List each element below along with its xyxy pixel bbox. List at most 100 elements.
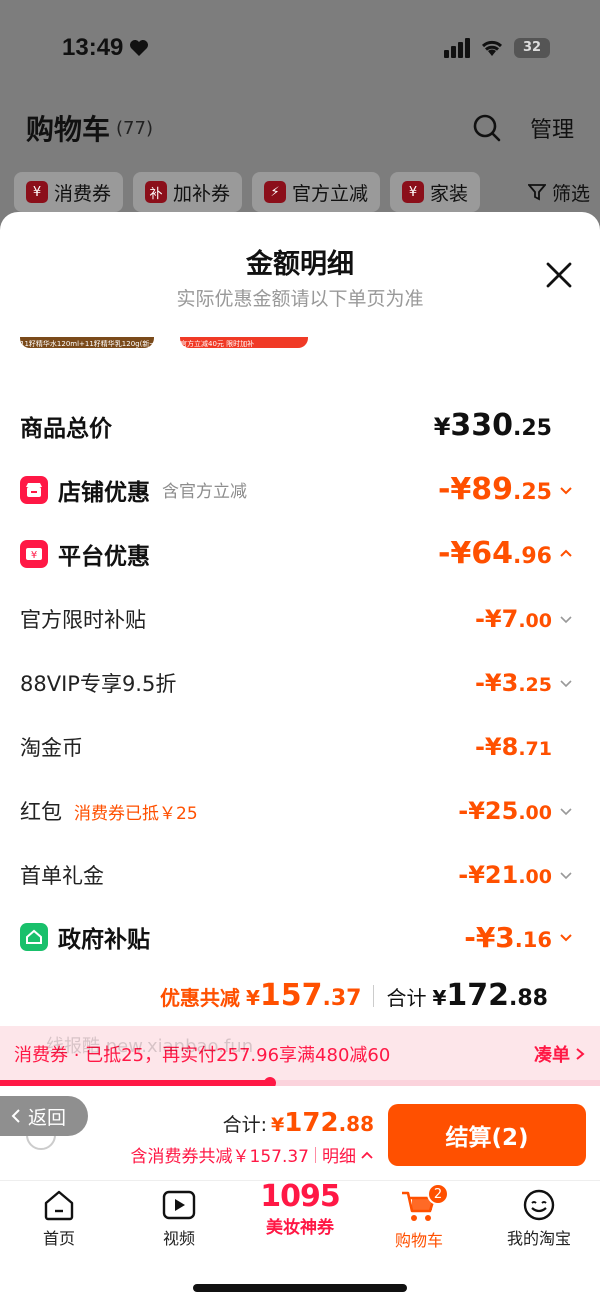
row-label: 政府补贴 [58, 927, 150, 953]
chevron-up-icon [361, 1151, 373, 1159]
row-amount: ¥ 330 .25 [433, 408, 552, 443]
row-amount: -¥3 .16 [464, 921, 574, 954]
chip-consumer-coupon[interactable]: ¥ 消费券 [14, 172, 124, 212]
row-label: 88VIP专享9.5折 [20, 672, 177, 696]
chevron-down-icon [560, 486, 572, 494]
row-amount: -¥25 .00 [458, 797, 574, 825]
filter-button[interactable]: 筛选 [527, 172, 590, 212]
chevron-right-icon [576, 1048, 585, 1060]
watermark: 线报酷 new.xianbao.fun [46, 1036, 254, 1057]
smiley-icon [523, 1189, 555, 1221]
total-amount: ¥ 172 .88 [432, 978, 548, 1013]
checkout-savings: 含消费券共减￥157.37 明细 [131, 1142, 374, 1167]
checkout-total: 合计: ¥ 172 .88 [223, 1108, 374, 1138]
filter-icon [527, 184, 546, 201]
home-icon [44, 1190, 74, 1221]
chevron-down-icon [560, 808, 572, 816]
row-amount: -¥8 .71 [474, 733, 552, 761]
divider [373, 984, 375, 1007]
promo-number: 1095 [260, 1179, 341, 1214]
promo-label: 美妆神券 [266, 1218, 334, 1238]
tab-beauty-coupon[interactable]: 1095 美妆神券 [252, 1181, 348, 1245]
row-note: 消费券已抵￥25 [74, 803, 198, 824]
row-label: 首单礼金 [20, 864, 104, 888]
chip-subsidy-coupon[interactable]: 补加补券 [133, 172, 243, 212]
chevron-up-icon [560, 549, 572, 557]
chip-home[interactable]: ¥ 家装 [390, 172, 481, 212]
store-icon [20, 475, 48, 504]
tab-video[interactable]: 视频 [129, 1189, 229, 1249]
status-time: 13:49 [62, 34, 124, 61]
cart-header: 购物车 (77) 管理 [26, 108, 574, 148]
chip-official-discount[interactable]: ⚡ 官方立减 [252, 172, 381, 212]
row-label: 商品总价 [20, 415, 112, 442]
row-amount: -¥64 .96 [438, 536, 574, 571]
svg-text:¥: ¥ [31, 550, 37, 561]
chevron-down-icon [560, 934, 572, 942]
row-amount: -¥7 .00 [475, 605, 574, 633]
battery-indicator: 32 [514, 38, 550, 58]
cart-count: (77) [116, 117, 153, 139]
page-title: 购物车 [26, 113, 111, 146]
bottom-tab-bar: 首页 视频 1095 美妆神券 2 购物车 我的淘宝 [0, 1180, 600, 1304]
product-thumbnails: 11籽精华水120ml+11籽精华乳120g(新一代2.0) 官方立减40元 限… [20, 330, 308, 348]
subsidy-icon: 补 [145, 181, 168, 203]
coupon-icon: ¥ [26, 181, 48, 203]
row-label: 官方限时补贴 [20, 608, 146, 632]
product-thumbnail[interactable]: 官方立减40元 限时加补 [180, 330, 308, 348]
row-first-order[interactable]: 首单礼金 -¥21 .00 [20, 860, 574, 890]
row-platform-discount[interactable]: ¥ 平台优惠 -¥64 .96 [20, 536, 574, 571]
chevron-left-icon [11, 1109, 20, 1123]
back-button[interactable]: 返回 [0, 1096, 88, 1136]
row-store-discount[interactable]: 店铺优惠 含官方立减 -¥89 .25 [20, 472, 574, 507]
chevron-down-icon [560, 872, 572, 880]
row-amount: -¥89 .25 [438, 472, 574, 507]
add-items-link[interactable]: 凑单 [534, 1041, 586, 1067]
lightning-icon: ⚡ [264, 181, 287, 203]
coupon-icon: ¥ [20, 539, 48, 568]
heart-icon [130, 40, 149, 56]
row-amount: -¥3 .25 [475, 669, 574, 697]
chevron-down-icon [560, 680, 572, 688]
row-gov-subsidy[interactable]: 政府补贴 -¥3 .16 [20, 920, 574, 954]
tab-home[interactable]: 首页 [9, 1189, 109, 1249]
filter-chips: ¥ 消费券 补加补券 ⚡ 官方立减 ¥ 家装 筛选 [14, 172, 590, 212]
close-icon[interactable] [544, 260, 574, 290]
row-total-price: 商品总价 ¥ 330 .25 [20, 408, 574, 443]
row-label: 平台优惠 [58, 543, 150, 570]
sheet-subtitle: 实际优惠金额请以下单页为准 [176, 288, 424, 310]
manage-button[interactable]: 管理 [530, 112, 574, 144]
video-icon [162, 1190, 196, 1220]
row-label: 店铺优惠 [58, 479, 150, 506]
coupon-icon: ¥ [402, 181, 425, 203]
total-label: 合计 [386, 986, 427, 1010]
cart-badge: 2 [427, 1183, 449, 1205]
sheet-title: 金额明细 [246, 249, 354, 280]
background-page: 13:49 32 购物车 (77) 管理 ¥ 消费券 补加补券 ⚡ 官方立减 ¥ 家装… [0, 0, 600, 230]
sheet-summary: 优惠共减 ¥ 157 .37 合计 ¥ 172 .88 [160, 978, 548, 1013]
signal-icon [444, 38, 470, 58]
home-indicator [193, 1284, 407, 1292]
row-taobao-coins: 淘金币 -¥8 .71 [20, 732, 574, 762]
checkout-total-label: 合计: [222, 1114, 268, 1136]
chevron-down-icon [560, 616, 572, 624]
row-vip-discount[interactable]: 88VIP专享9.5折 -¥3 .25 [20, 668, 574, 698]
checkout-button[interactable]: 结算(2) [388, 1104, 586, 1166]
checkout-bar: 返回 合计: ¥ 172 .88 含消费券共减￥157.37 明细 结算(2) [0, 1086, 600, 1180]
wifi-icon [481, 40, 503, 56]
tab-my-taobao[interactable]: 我的淘宝 [489, 1189, 589, 1249]
tab-cart[interactable]: 2 购物车 [369, 1183, 469, 1251]
row-label: 红包 [20, 800, 62, 824]
gov-icon [20, 923, 48, 951]
saved-label: 优惠共减 [159, 986, 240, 1010]
detail-toggle[interactable]: 明细 [322, 1142, 374, 1167]
row-limited-subsidy[interactable]: 官方限时补贴 -¥7 .00 [20, 604, 574, 634]
row-red-packet[interactable]: 红包 消费券已抵￥25 -¥25 .00 [20, 796, 574, 826]
checkout-total-amount: ¥ 172 .88 [271, 1108, 374, 1138]
search-icon[interactable] [472, 113, 502, 143]
row-note: 含官方立减 [162, 482, 247, 502]
row-label: 淘金币 [20, 736, 83, 760]
status-bar: 13:49 32 [62, 30, 550, 66]
saved-amount: ¥ 157 .37 [245, 978, 362, 1013]
product-thumbnail[interactable]: 11籽精华水120ml+11籽精华乳120g(新一代2.0) [20, 330, 154, 348]
